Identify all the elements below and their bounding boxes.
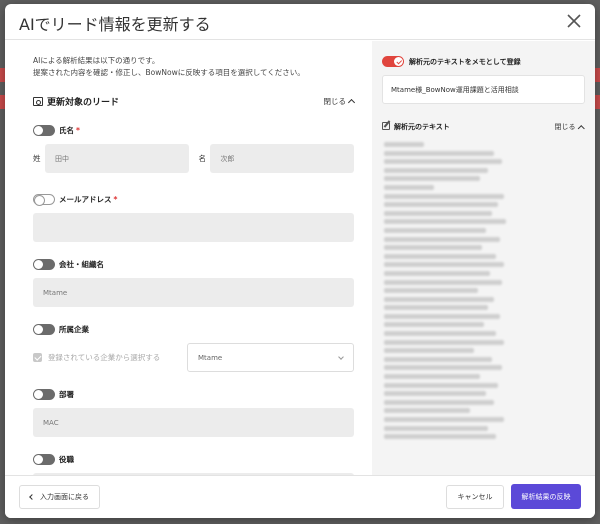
select-registered-company-checkbox[interactable] <box>33 353 42 362</box>
back-to-input-button[interactable]: 入力画面に戻る <box>19 485 100 509</box>
department-toggle[interactable] <box>33 389 55 400</box>
memo-toggle-row: 解析元のテキストをメモとして登録 <box>382 55 585 69</box>
collapse-label: 閉じる <box>323 97 347 106</box>
memo-toggle-label: 解析元のテキストをメモとして登録 <box>409 58 521 66</box>
back-label: 入力画面に戻る <box>40 493 89 501</box>
email-field-header: メールアドレス * <box>33 193 354 207</box>
select-value: Mtame <box>198 353 223 362</box>
department-label: 部署 <box>59 390 74 399</box>
company-label: 会社・組織名 <box>59 260 104 269</box>
last-name-label: 姓 <box>33 154 41 163</box>
company-toggle[interactable] <box>33 259 55 270</box>
blurred-source-text <box>382 142 585 440</box>
last-name-input[interactable]: 田中 <box>44 144 189 173</box>
collapse-source-button[interactable]: 閉じる <box>555 122 584 132</box>
source-text-header: 解析元のテキスト 閉じる <box>382 120 585 134</box>
name-field-header: 氏名 * <box>33 124 354 138</box>
edit-icon <box>382 122 390 130</box>
chevron-up-icon <box>577 124 584 131</box>
name-label-text: 氏名 <box>59 126 74 135</box>
affiliated-toggle[interactable] <box>33 324 55 335</box>
email-label: メールアドレス * <box>59 194 117 205</box>
modal-title: AIでリード情報を更新する <box>19 15 211 34</box>
memo-toggle[interactable] <box>382 56 404 67</box>
position-field-header: 役職 <box>33 453 354 467</box>
chevron-up-icon <box>347 98 356 107</box>
company-input[interactable]: Mtame <box>33 278 354 307</box>
company-select[interactable]: Mtame <box>187 343 354 372</box>
modal-header: AIでリード情報を更新する <box>5 4 595 40</box>
intro-line: 提案された内容を確認・修正し、BowNowに反映する項目を選択してください。 <box>33 68 305 77</box>
email-input[interactable] <box>33 213 354 242</box>
close-button[interactable] <box>563 10 585 32</box>
cancel-button[interactable]: キャンセル <box>446 485 504 509</box>
collapse-label: 閉じる <box>554 123 576 131</box>
update-lead-modal: AIでリード情報を更新する AIによる解析結果は以下の通りです。 提案された内容… <box>5 4 595 518</box>
email-label-text: メールアドレス <box>59 195 112 204</box>
department-field-header: 部署 <box>33 388 354 402</box>
lead-section-header: 更新対象のリード 閉じる <box>33 95 356 109</box>
first-name-input[interactable]: 次郎 <box>210 144 354 173</box>
position-toggle[interactable] <box>33 454 55 465</box>
check-icon <box>396 58 402 64</box>
apply-results-button[interactable]: 解析結果の反映 <box>511 484 581 509</box>
affiliated-row: 登録されている企業から選択する Mtame <box>33 343 354 372</box>
section-title: 更新対象のリード <box>47 98 120 108</box>
email-toggle[interactable] <box>33 194 55 206</box>
id-card-icon <box>33 97 43 106</box>
required-mark: * <box>113 195 118 204</box>
name-toggle[interactable] <box>33 125 55 136</box>
chevron-down-icon <box>338 354 344 360</box>
required-mark: * <box>76 126 80 135</box>
lead-form-pane[interactable]: AIによる解析結果は以下の通りです。 提案された内容を確認・修正し、BowNow… <box>5 41 372 475</box>
close-icon <box>567 14 581 28</box>
intro-line: AIによる解析結果は以下の通りです。 <box>33 56 160 65</box>
name-inputs-row: 姓 田中 名 次郎 <box>33 144 354 173</box>
affiliated-label: 所属企業 <box>59 325 89 334</box>
affiliated-field-header: 所属企業 <box>33 323 354 337</box>
first-name-label: 名 <box>198 154 206 163</box>
intro-text: AIによる解析結果は以下の通りです。 提案された内容を確認・修正し、BowNow… <box>33 55 354 79</box>
name-label: 氏名 * <box>59 125 80 136</box>
source-text-title: 解析元のテキスト <box>394 123 450 131</box>
chevron-left-icon <box>29 494 35 500</box>
source-text-pane[interactable]: 解析元のテキストをメモとして登録 Mtame様_BowNow運用課題と活用相談 … <box>372 41 595 475</box>
checkbox-label: 登録されている企業から選択する <box>47 353 161 362</box>
position-label: 役職 <box>59 455 74 464</box>
company-field-header: 会社・組織名 <box>33 258 354 272</box>
collapse-lead-section-button[interactable]: 閉じる <box>323 96 356 107</box>
memo-input[interactable]: Mtame様_BowNow運用課題と活用相談 <box>382 75 585 104</box>
modal-footer: 入力画面に戻る キャンセル 解析結果の反映 <box>5 475 595 518</box>
department-input[interactable]: MAC <box>33 408 354 437</box>
